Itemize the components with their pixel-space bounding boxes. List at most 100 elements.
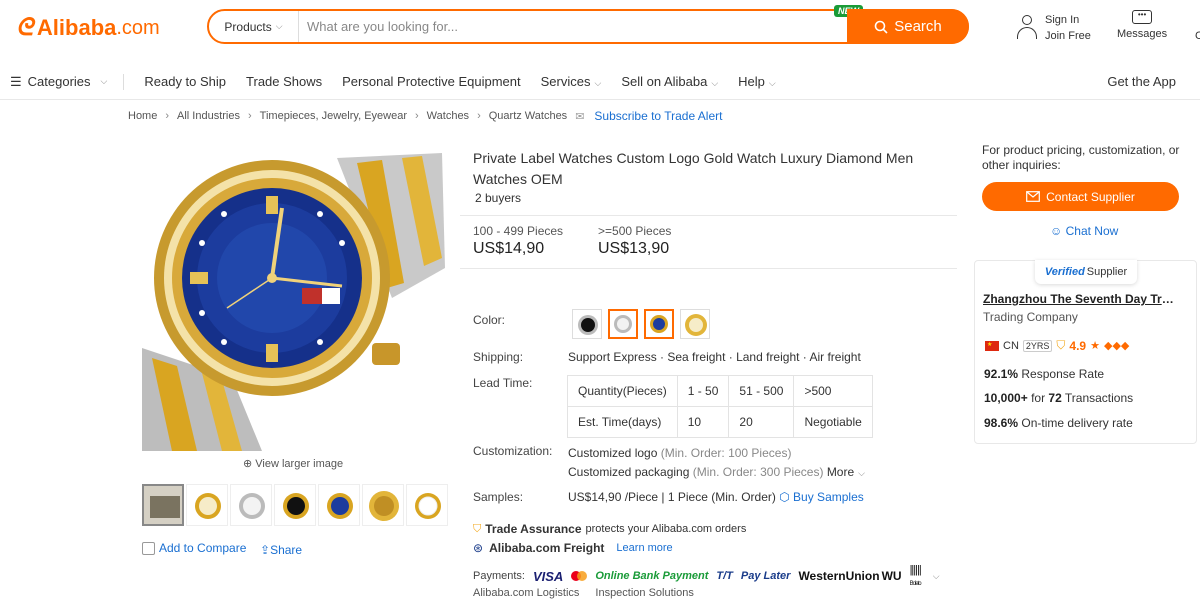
supplier-badges: ★ CN 2YRS ⛉ 4.9 ★ ◆◆◆ [985,338,1129,353]
chevron-down-icon[interactable]: ⌵ [933,571,940,582]
categories-menu[interactable]: ☰ Categories ⌵ [10,73,125,90]
color-swatch[interactable] [680,309,710,339]
breadcrumb-watches[interactable]: Watches [427,110,469,122]
breadcrumb: Home › All Industries › Timepieces, Jewelr… [128,109,723,123]
price-tier: 100 - 499 Pieces US$14,90 [473,224,563,258]
samples-label: Samples: [473,490,524,504]
zoom-icon: ⊕ [243,458,253,470]
subscribe-trade-alert-link[interactable]: Subscribe to Trade Alert [594,109,722,123]
western-union-logo: WesternUnion WU [798,569,902,583]
messages-label: Messages [1117,28,1168,40]
customization-label: Customization: [473,444,553,458]
price-tier: >=500 Pieces US$13,90 [598,224,671,258]
color-swatches [572,309,710,339]
thumbnail[interactable] [274,484,316,526]
trade-assurance[interactable]: ⛉ Trade Assurance protects your Alibaba.… [473,522,746,536]
buy-samples-link[interactable]: ⬡ Buy Samples [779,490,864,504]
messages-button[interactable]: ••• Messages [1117,10,1167,40]
customization-item: Customized packaging (Min. Order: 300 Pi… [568,465,865,479]
pay-later-logo: Pay Later [740,570,791,582]
visa-logo: VISA [532,568,564,584]
alibaba-logo[interactable]: ᘓ Alibaba .com [16,14,160,42]
logistics-link[interactable]: Alibaba.com Logistics [473,587,579,599]
learn-more-link[interactable]: Learn more [616,542,672,554]
chevron-down-icon: ⌵ [594,78,602,88]
boleto-logo: |||||| Boleto [909,564,922,587]
thumbnail[interactable] [318,484,360,526]
product-title: Private Label Watches Custom Logo Gold W… [473,150,914,187]
supplier-name-link[interactable]: Zhangzhou The Seventh Day Trading Co., L… [983,292,1178,306]
shipping-options: Support Express · Sea freight · Land fre… [568,350,861,364]
menu-list-icon: ☰ [10,73,22,89]
nav-help[interactable]: Help ⌵ [738,74,776,89]
box-icon: ⬡ [779,490,790,504]
color-swatch[interactable] [608,309,638,339]
mail-icon [1026,191,1041,202]
sign-in-link[interactable]: Sign In [1045,12,1091,28]
alibaba-logo-icon: ᘓ [16,14,33,41]
transactions: 10,000+ for 72 Transactions [984,391,1134,405]
more-link[interactable]: More ⌵ [827,465,865,479]
chevron-down-icon: ⌵ [858,468,865,478]
chevron-down-icon: ⌵ [275,21,283,31]
price-value: US$13,90 [598,240,670,257]
product-main-image[interactable] [142,148,445,451]
breadcrumb-quartz-watches[interactable]: Quartz Watches [489,110,567,122]
trade-assurance-icon: ⛉ [473,522,482,535]
sign-in-area[interactable]: Sign In Join Free [1015,12,1091,44]
category-nav: ☰ Categories ⌵ Ready to Ship Trade Shows… [0,64,1200,100]
nav-sell-on-alibaba[interactable]: Sell on Alibaba ⌵ [621,74,718,89]
inquiry-text: For product pricing, customization, or o… [982,143,1180,172]
share-button[interactable]: ⇪Share [260,543,302,557]
payment-methods: Payments: VISA Online Bank Payment T/T P… [473,564,940,587]
thumbnail[interactable] [406,484,448,526]
alibaba-freight: ⊛ Alibaba.com Freight Learn more [473,541,673,555]
user-icon [1015,14,1039,42]
breadcrumb-home[interactable]: Home [128,110,157,122]
mastercard-icon [571,571,588,581]
price-range: 100 - 499 Pieces [473,224,564,238]
chevron-down-icon: ⌵ [100,76,108,86]
search-button-label: Search [894,18,942,35]
thumbnail[interactable] [230,484,272,526]
contact-supplier-button[interactable]: Contact Supplier [982,182,1179,211]
lead-time-table: Quantity(Pieces) 1 - 50 51 - 500 >500 Es… [567,375,873,438]
chevron-down-icon: ⌵ [768,78,776,88]
search-bar: Products⌵ NEW Search [207,5,969,44]
shipping-label: Shipping: [473,350,524,364]
price-range: >=500 Pieces [598,224,672,238]
verified-supplier-badge: Verified Supplier [1035,260,1137,284]
response-rate: 92.1% Response Rate [984,367,1105,381]
country-code: CN [1003,339,1019,352]
search-button[interactable]: Search [847,9,969,44]
trade-alert-icon: ✉ [575,110,585,123]
search-category-select[interactable]: Products ⌵ [209,11,299,42]
tt-logo: T/T [716,570,733,582]
years-badge: 2YRS [1022,339,1053,352]
nav-ready-to-ship[interactable]: Ready to Ship [144,74,226,89]
on-time-delivery-rate: 98.6% On-time delivery rate [984,416,1133,430]
breadcrumb-timepieces[interactable]: Timepieces, Jewelry, Eyewear [260,110,407,122]
inspection-link[interactable]: Inspection Solutions [595,587,693,599]
color-swatch[interactable] [572,309,602,339]
thumbnail[interactable] [362,484,404,526]
compare-checkbox[interactable] [142,541,155,555]
chat-now-link[interactable]: ☺ Chat Now [1050,224,1118,238]
join-free-link[interactable]: Join Free [1045,28,1091,44]
breadcrumb-all-industries[interactable]: All Industries [177,110,240,122]
china-flag-icon: ★ [985,340,999,351]
thumbnail[interactable] [142,484,184,526]
star-icon: ★ [1090,340,1100,352]
nav-services[interactable]: Services ⌵ [541,74,602,89]
diamond-icon: ◆◆◆ [1103,340,1130,352]
logo-text: Alibaba [36,15,117,40]
thumbnail[interactable] [186,484,228,526]
get-the-app-link[interactable]: Get the App [1107,74,1176,89]
nav-trade-shows[interactable]: Trade Shows [246,74,322,89]
cut-off-item[interactable]: C [1195,30,1200,42]
nav-ppe[interactable]: Personal Protective Equipment [342,74,520,89]
add-to-compare[interactable]: Add to Compare [142,541,246,555]
view-larger-image-link[interactable]: ⊕ View larger image [243,457,343,470]
color-swatch[interactable] [644,309,674,339]
supplier-rating: 4.9 [1069,338,1087,353]
